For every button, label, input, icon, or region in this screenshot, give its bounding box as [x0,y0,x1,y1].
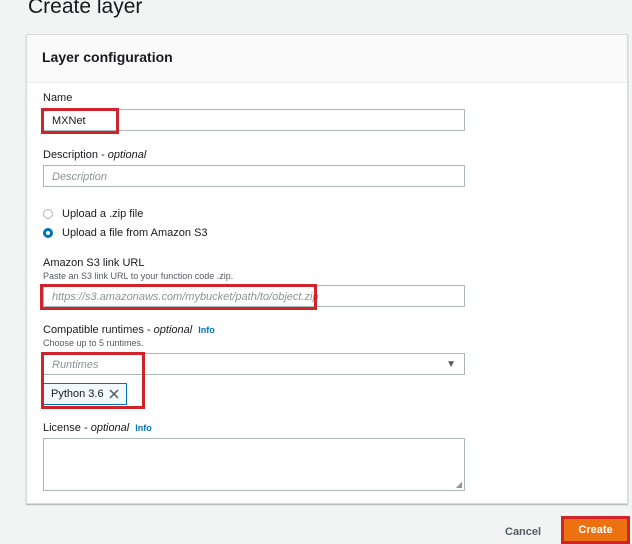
name-highlight-box [41,108,119,134]
license-label: License - optional Info [43,422,152,434]
runtimes-hint: Choose up to 5 runtimes. [43,338,144,348]
name-label: Name [43,92,73,104]
runtimes-info-link[interactable]: Info [198,325,215,335]
page-title: Create layer [28,0,143,18]
layer-configuration-panel: Layer configuration Name MXNet Descripti… [26,34,628,504]
s3-url-label: Amazon S3 link URL [43,257,145,269]
panel-header: Layer configuration [27,35,627,83]
description-input[interactable]: Description [43,165,465,187]
description-label: Description - optional [43,149,147,161]
radio-label: Upload a .zip file [62,208,144,220]
optional-text: optional [90,422,130,434]
s3-url-hint: Paste an S3 link URL to your function co… [43,271,234,281]
resize-handle-icon[interactable]: ◢ [456,480,462,489]
radio-selected-icon [43,228,53,238]
runtimes-label: Compatible runtimes - optional Info [43,324,215,336]
radio-upload-s3[interactable]: Upload a file from Amazon S3 [43,227,208,239]
optional-text: optional [107,149,147,161]
s3-url-highlight-box [40,284,317,310]
radio-label: Upload a file from Amazon S3 [62,227,208,239]
radio-upload-zip[interactable]: Upload a .zip file [43,208,143,220]
create-button[interactable]: Create [564,519,627,541]
cancel-button[interactable]: Cancel [505,526,541,538]
caret-down-icon: ▼ [446,359,456,370]
license-info-link[interactable]: Info [135,423,152,433]
radio-unselected-icon [43,209,53,219]
optional-text: optional [153,324,193,336]
license-textarea[interactable]: ◢ [43,438,465,491]
runtimes-highlight-box [41,352,145,409]
